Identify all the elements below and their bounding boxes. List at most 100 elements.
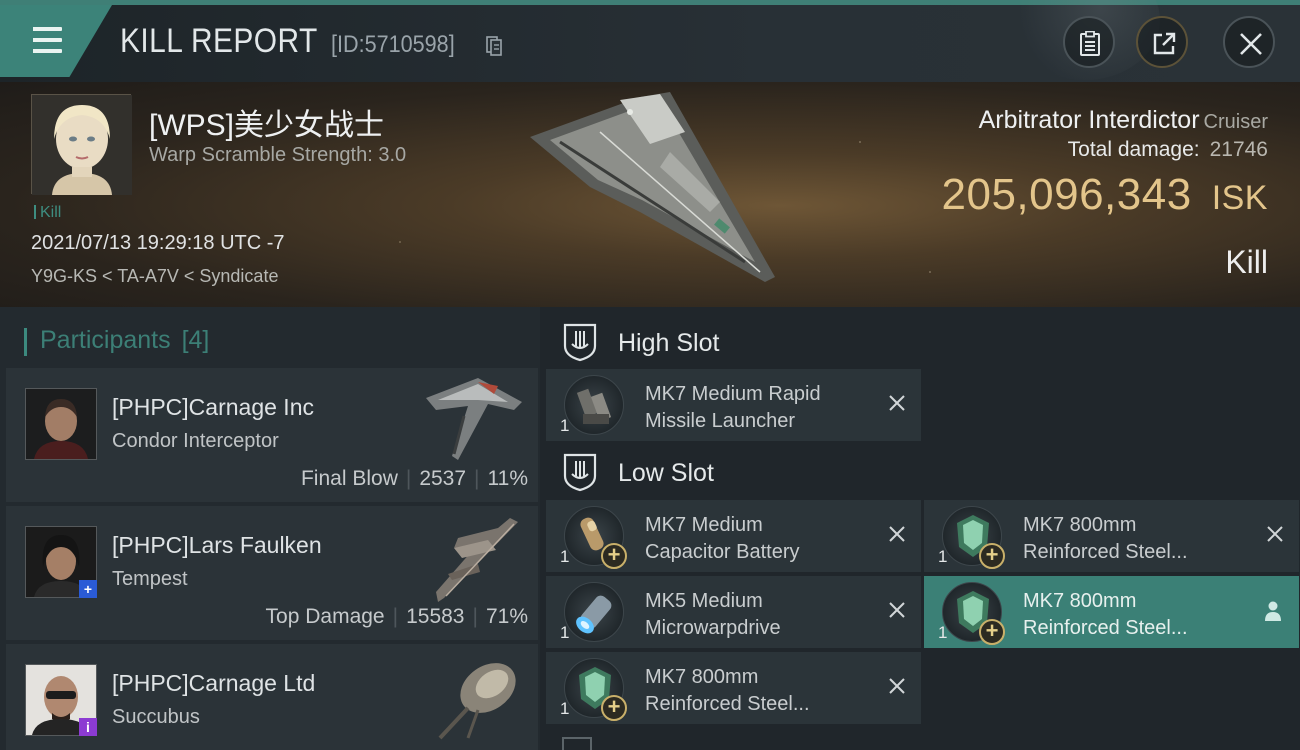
module-item-reinforced-steel-selected[interactable]: + 1 MK7 800mm Reinforced Steel...: [924, 576, 1299, 648]
armor-plate-icon: +: [942, 582, 1005, 645]
module-name: MK7 Medium Capacitor Battery: [645, 514, 800, 563]
participant-name: [PHPC]Carnage Inc: [112, 394, 314, 420]
ship-type-name: Arbitrator Interdictor: [978, 106, 1200, 134]
module-name: MK7 800mm Reinforced Steel...: [645, 666, 810, 715]
victim-pilot-name[interactable]: [WPS]美少女战士: [149, 100, 384, 144]
kill-type-tag: Kill: [34, 204, 61, 222]
missile-launcher-icon: [564, 375, 624, 435]
destroyed-x-icon: [889, 526, 905, 542]
victim-ship-name[interactable]: Arbitrator Interdictor Cruiser: [979, 106, 1268, 135]
module-quantity: 1: [938, 547, 948, 566]
armor-plate-icon: +: [564, 658, 627, 721]
module-name: MK7 Medium Rapid Missile Launcher: [645, 383, 821, 432]
hamburger-icon: [26, 26, 62, 55]
participant-row[interactable]: i [PHPC]Carnage Ltd Succubus: [6, 644, 538, 750]
menu-button[interactable]: [0, 5, 112, 77]
high-slot-icon: [563, 323, 597, 362]
participant-ship: Tempest: [112, 568, 188, 590]
ship-class: Cruiser: [1203, 111, 1268, 133]
kill-report-id: [ID:5710598]: [331, 31, 455, 58]
participant-damage-percent: 11%: [487, 467, 528, 490]
microwarpdrive-icon: [564, 582, 624, 642]
destroyed-x-icon: [1267, 526, 1283, 542]
kill-result-label: Kill: [1225, 244, 1268, 280]
participants-count: [4]: [181, 326, 210, 354]
plus-circle-icon: +: [979, 619, 1005, 645]
victim-ship-image: [530, 92, 775, 282]
participants-label: Participants: [40, 326, 171, 354]
module-item-microwarpdrive[interactable]: 1 MK5 Medium Microwarpdrive: [546, 576, 921, 648]
participant-name: [PHPC]Lars Faulken: [112, 532, 322, 558]
high-slot-label: High Slot: [618, 329, 720, 357]
participant-role: Top Damage: [265, 605, 385, 628]
total-damage: Total damage: 21746: [1068, 138, 1268, 162]
victim-banner: [WPS]美少女战士 Warp Scramble Strength: 3.0 K…: [0, 82, 1300, 307]
dropped-user-icon: [1265, 601, 1281, 621]
share-export-icon: [1153, 32, 1176, 55]
low-slot-header: Low Slot: [545, 445, 925, 503]
module-name: MK7 800mm Reinforced Steel...: [1023, 590, 1188, 639]
destroyed-x-icon: [889, 678, 905, 694]
participant-portrait: [25, 388, 97, 460]
isk-value: 205,096,343 ISK: [942, 170, 1269, 220]
close-button[interactable]: [1223, 16, 1275, 68]
participant-ship: Succubus: [112, 706, 200, 728]
copy-icon[interactable]: [486, 36, 502, 56]
participant-damage: 15583: [406, 605, 465, 628]
participants-header: Participants [4]: [23, 326, 210, 356]
victim-warp-scramble: Warp Scramble Strength: 3.0: [149, 144, 407, 166]
module-quantity: 1: [938, 623, 948, 642]
destroyed-x-icon: [889, 395, 905, 411]
fitting-panel: High Slot 1 MK7 Medium Rapid Missile Laun…: [540, 307, 1300, 750]
header-bar: KILL REPORT [ID:5710598]: [0, 0, 1300, 82]
module-quantity: 1: [560, 416, 570, 435]
victim-portrait[interactable]: [31, 94, 132, 195]
plus-circle-icon: +: [979, 543, 1005, 569]
low-slot-label: Low Slot: [618, 459, 714, 487]
plus-circle-icon: +: [601, 543, 627, 569]
share-button[interactable]: [1136, 16, 1188, 68]
armor-plate-icon: +: [942, 506, 1005, 569]
participant-portrait: i: [25, 664, 97, 736]
clipboard-icon: [1080, 31, 1100, 56]
module-quantity: 1: [560, 547, 570, 566]
isk-amount: 205,096,343: [941, 170, 1192, 219]
close-icon: [1240, 33, 1262, 55]
participants-panel: Participants [4] [PHPC]Carnage Inc Condo…: [0, 307, 540, 750]
participant-row[interactable]: + [PHPC]Lars Faulken Tempest Top Damage |…: [6, 506, 538, 640]
participant-ship: Condor Interceptor: [112, 430, 279, 452]
participant-row[interactable]: [PHPC]Carnage Inc Condor Interceptor Fin…: [6, 368, 538, 502]
module-quantity: 1: [560, 699, 570, 718]
total-damage-value: 21746: [1209, 138, 1268, 161]
participant-ship-image: [436, 518, 518, 602]
participant-ship-image: [426, 378, 522, 460]
module-name: MK5 Medium Microwarpdrive: [645, 590, 781, 639]
participant-role: Final Blow: [300, 467, 398, 490]
module-quantity: 1: [560, 623, 570, 642]
participant-damage-percent: 71%: [485, 605, 528, 628]
kill-timestamp: 2021/07/13 19:29:18 UTC -7: [31, 232, 285, 254]
participant-name: [PHPC]Carnage Ltd: [112, 670, 316, 696]
report-button[interactable]: [1063, 16, 1115, 68]
participant-stats: Final Blow | 2537 | 11%: [300, 467, 528, 490]
participant-ship-image: [438, 663, 516, 740]
kill-location[interactable]: Y9G-KS < TA-A7V < Syndicate: [31, 266, 278, 287]
low-slot-icon: [563, 453, 597, 492]
participant-damage: 2537: [419, 467, 467, 490]
next-slot-header-partial: [562, 737, 592, 750]
victim-portrait-image: [32, 95, 132, 195]
page-title: KILL REPORT: [120, 22, 318, 60]
module-item-reinforced-steel[interactable]: + 1 MK7 800mm Reinforced Steel...: [924, 500, 1299, 572]
isk-unit: ISK: [1211, 179, 1268, 217]
plus-circle-icon: +: [601, 695, 627, 721]
plus-badge-icon: +: [79, 580, 97, 598]
module-item-capacitor-battery[interactable]: + 1 MK7 Medium Capacitor Battery: [546, 500, 921, 572]
capacitor-battery-icon: +: [564, 506, 627, 569]
participant-stats: Top Damage | 15583 | 71%: [265, 605, 528, 628]
module-name: MK7 800mm Reinforced Steel...: [1023, 514, 1188, 563]
info-badge-icon: i: [79, 718, 97, 736]
participant-portrait: +: [25, 526, 97, 598]
total-damage-label: Total damage:: [1067, 138, 1200, 161]
module-item-missile-launcher[interactable]: 1 MK7 Medium Rapid Missile Launcher: [546, 369, 921, 441]
module-item-reinforced-steel[interactable]: + 1 MK7 800mm Reinforced Steel...: [546, 652, 921, 724]
